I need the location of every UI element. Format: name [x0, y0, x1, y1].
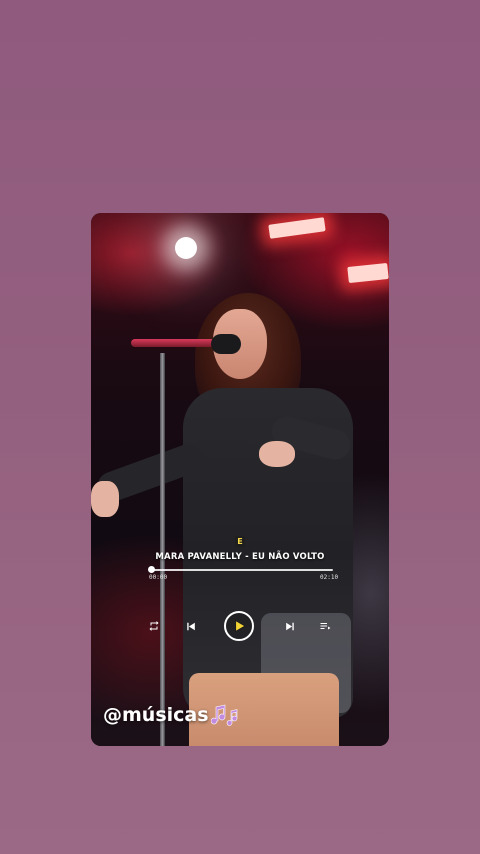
- singer-hand-right: [259, 441, 295, 467]
- story-card: E MARA PAVANELLY - EU NÃO VOLTO 00:00 02…: [91, 213, 389, 746]
- repeat-icon: [149, 621, 159, 631]
- skip-next-icon: [285, 622, 294, 630]
- stage-spotlight: [175, 237, 197, 259]
- progress-bar[interactable]: [148, 566, 333, 573]
- explicit-badge: E: [235, 536, 245, 547]
- progress-knob[interactable]: [148, 566, 155, 573]
- music-notes-icon: [210, 703, 239, 727]
- watermark-handle: @músicas: [103, 704, 209, 726]
- play-button[interactable]: [224, 611, 254, 641]
- watermark: @músicas: [103, 703, 239, 727]
- next-button[interactable]: [282, 618, 298, 634]
- queue-list-icon: [320, 623, 331, 630]
- play-icon: [235, 619, 246, 633]
- track-title: MARA PAVANELLY - EU NÃO VOLTO: [155, 552, 325, 562]
- microphone-stand: [160, 353, 165, 746]
- queue-button[interactable]: [318, 619, 332, 633]
- skip-previous-icon: [186, 622, 195, 630]
- repeat-button[interactable]: [147, 619, 161, 633]
- time-total: 02:10: [320, 574, 339, 581]
- microphone-head: [211, 334, 241, 354]
- previous-button[interactable]: [182, 618, 198, 634]
- time-elapsed: 00:00: [149, 574, 168, 581]
- singer-hand-left: [91, 481, 119, 517]
